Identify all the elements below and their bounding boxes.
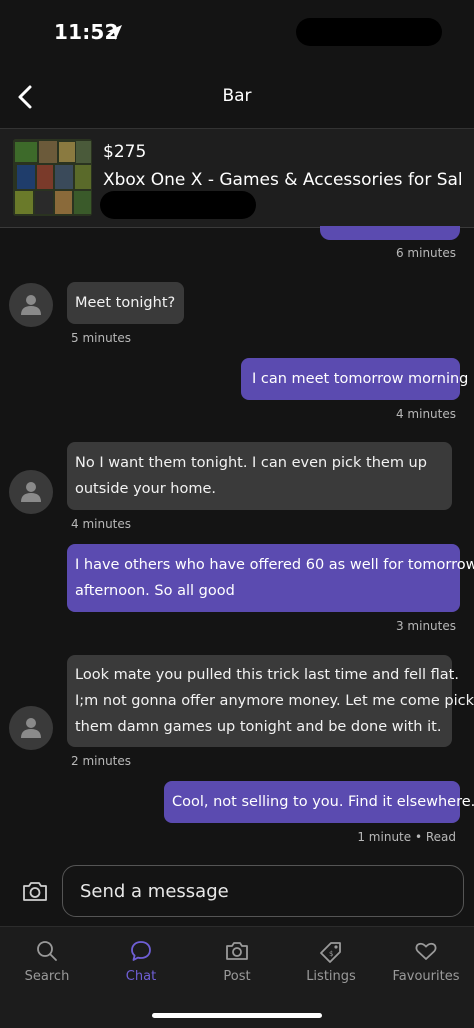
nav-item-favourites[interactable]: Favourites bbox=[379, 935, 473, 995]
nav-item-search[interactable]: Search bbox=[0, 935, 94, 995]
chat-screen: 11:52 Bar $275 Xbox One X - Games & Acce… bbox=[0, 0, 474, 1028]
message-time: 4 minutes bbox=[71, 517, 132, 531]
camera-icon bbox=[226, 942, 248, 960]
price-tag-icon: $ bbox=[320, 942, 341, 963]
listing-card[interactable]: $275 Xbox One X - Games & Accessories fo… bbox=[0, 128, 474, 228]
message-time: 2 minutes bbox=[71, 754, 132, 768]
message-bubble-outgoing: I have others who have offered 60 as wel… bbox=[67, 544, 474, 612]
message-time: 6 minutes bbox=[395, 246, 456, 260]
message-time: 4 minutes bbox=[395, 407, 456, 421]
message-text: them damn games up tonight and be done w… bbox=[75, 719, 442, 735]
heart-icon bbox=[415, 942, 437, 960]
message-text: Look mate you pulled this trick last tim… bbox=[75, 667, 459, 683]
listing-thumbnail bbox=[13, 139, 92, 216]
redacted-block bbox=[100, 191, 256, 219]
message-text: I have others who have offered 60 as wel… bbox=[75, 557, 474, 573]
redacted-block bbox=[296, 18, 442, 46]
chat-header: Bar bbox=[0, 70, 474, 126]
message-time: 5 minutes bbox=[71, 331, 132, 345]
nav-label-search: Search bbox=[24, 969, 70, 984]
nav-item-post[interactable]: Post bbox=[190, 935, 284, 995]
home-indicator bbox=[152, 1013, 322, 1018]
user-icon bbox=[21, 482, 41, 502]
nav-label-chat: Chat bbox=[125, 969, 157, 984]
listing-title: Xbox One X - Games & Accessories for Sal… bbox=[103, 170, 463, 190]
svg-text:$: $ bbox=[329, 950, 333, 958]
chat-bubble-icon bbox=[131, 941, 151, 961]
message-bubble-outgoing bbox=[320, 226, 460, 240]
user-icon bbox=[21, 718, 41, 738]
nav-item-chat[interactable]: Chat bbox=[94, 935, 188, 995]
message-bubble-incoming: Meet tonight? bbox=[67, 282, 184, 324]
message-time-read: 1 minute • Read bbox=[357, 830, 456, 844]
message-time: 3 minutes bbox=[395, 619, 456, 633]
location-arrow-icon bbox=[107, 25, 122, 40]
message-bubble-incoming: Look mate you pulled this trick last tim… bbox=[67, 655, 474, 747]
message-text: outside your home. bbox=[75, 481, 216, 497]
message-text: afternoon. So all good bbox=[75, 583, 235, 599]
nav-item-listings[interactable]: $ Listings bbox=[284, 935, 378, 995]
message-bubble-outgoing: Cool, not selling to you. Find it elsewh… bbox=[164, 781, 474, 823]
page-title: Bar bbox=[222, 86, 252, 106]
message-text: I;m not gonna offer anymore money. Let m… bbox=[75, 693, 474, 709]
avatar[interactable] bbox=[9, 706, 53, 750]
message-text: I can meet tomorrow morning bbox=[252, 371, 469, 387]
message-bubble-incoming: No I want them tonight. I can even pick … bbox=[67, 442, 452, 510]
camera-icon[interactable] bbox=[22, 880, 48, 902]
user-icon bbox=[21, 295, 41, 315]
nav-label-listings: Listings bbox=[306, 969, 356, 984]
nav-label-favourites: Favourites bbox=[392, 969, 460, 984]
avatar[interactable] bbox=[9, 283, 53, 327]
message-bubble-outgoing: I can meet tomorrow morning bbox=[241, 358, 469, 400]
message-text: Cool, not selling to you. Find it elsewh… bbox=[172, 794, 474, 810]
message-text: Meet tonight? bbox=[75, 295, 176, 311]
message-text: No I want them tonight. I can even pick … bbox=[75, 455, 427, 471]
avatar[interactable] bbox=[9, 470, 53, 514]
search-icon bbox=[37, 941, 57, 961]
message-input[interactable] bbox=[62, 865, 464, 917]
listing-price: $275 bbox=[103, 142, 147, 162]
nav-label-post: Post bbox=[223, 969, 251, 984]
